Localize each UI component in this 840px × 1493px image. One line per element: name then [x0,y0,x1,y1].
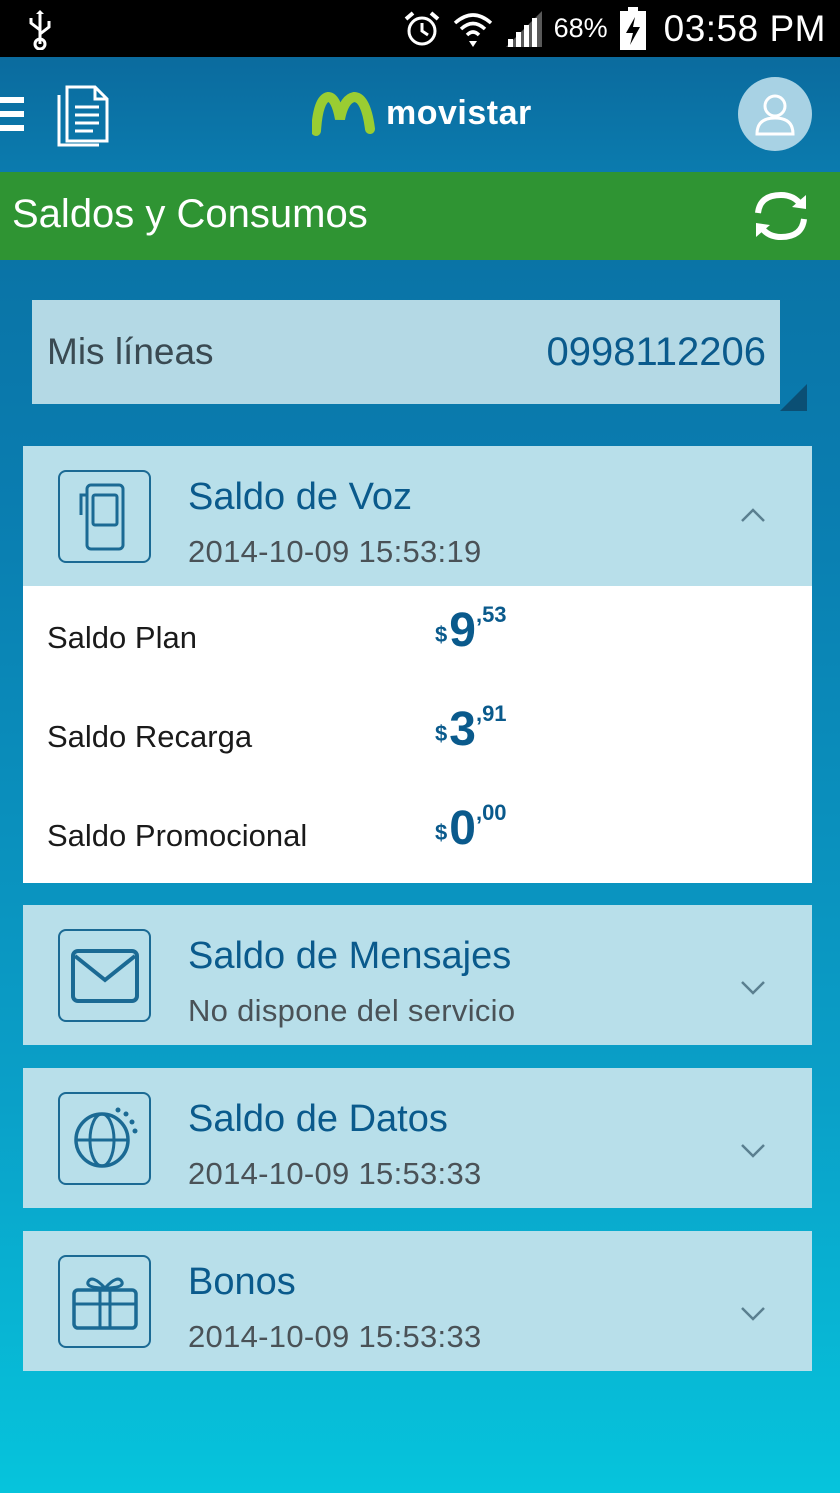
voice-balances: Saldo Plan $9,53 Saldo Recarga $3,91 Sal… [23,586,812,883]
globe-icon [58,1092,151,1185]
balance-label: Saldo Promocional [47,818,308,853]
document-icon[interactable] [55,81,113,147]
status-bar: 68% 03:58 PM [0,0,840,57]
usb-icon [29,10,51,50]
balance-amount: $3,91 [435,701,507,756]
clock: 03:58 PM [663,7,826,49]
card-timestamp: 2014-10-09 15:53:33 [188,1319,482,1354]
card-bonos[interactable]: Bonos 2014-10-09 15:53:33 [23,1231,812,1371]
profile-button[interactable] [738,77,812,151]
balance-row-recarga: Saldo Recarga $3,91 [23,685,812,765]
chevron-down-icon[interactable] [739,977,767,999]
line-selector[interactable]: Mis líneas 0998112206 [32,300,780,404]
refresh-icon[interactable] [750,187,812,245]
app-bar: movistar [0,57,840,172]
card-header-mensajes[interactable]: Saldo de Mensajes No dispone del servici… [23,905,812,1045]
dropdown-corner-indicator [780,384,807,411]
line-selector-label: Mis líneas [47,331,214,372]
balance-label: Saldo Plan [47,620,197,655]
signal-icon [505,10,542,47]
card-title: Saldo de Voz [188,476,412,518]
card-saldo-voz: Saldo de Voz 2014-10-09 15:53:19 Saldo P… [23,446,812,883]
movistar-m-icon [312,91,375,136]
brand-name: movistar [386,93,532,132]
card-header-voz[interactable]: Saldo de Voz 2014-10-09 15:53:19 [23,446,812,586]
chevron-down-icon[interactable] [739,1140,767,1162]
user-icon [755,94,795,136]
section-title: Saldos y Consumos [12,192,368,236]
alarm-icon [404,10,439,45]
card-title: Saldo de Datos [188,1098,448,1140]
balance-label: Saldo Recarga [47,719,253,754]
phone-icon [58,470,151,563]
gift-icon [58,1255,151,1348]
card-saldo-datos[interactable]: Saldo de Datos 2014-10-09 15:53:33 [23,1068,812,1208]
battery-charging-icon [619,6,646,50]
menu-icon[interactable] [0,97,24,131]
card-header-datos[interactable]: Saldo de Datos 2014-10-09 15:53:33 [23,1068,812,1208]
card-saldo-mensajes[interactable]: Saldo de Mensajes No dispone del servici… [23,905,812,1045]
movistar-logo: movistar [312,89,532,137]
card-header-bonos[interactable]: Bonos 2014-10-09 15:53:33 [23,1231,812,1371]
chevron-up-icon[interactable] [739,504,767,526]
wifi-icon [453,12,492,47]
card-timestamp: 2014-10-09 15:53:33 [188,1156,482,1191]
envelope-icon [58,929,151,1022]
card-title: Bonos [188,1261,296,1303]
card-title: Saldo de Mensajes [188,935,512,977]
balance-amount: $0,00 [435,800,507,855]
card-status: No dispone del servicio [188,993,516,1028]
balance-row-promocional: Saldo Promocional $0,00 [23,784,812,864]
line-selector-value: 0998112206 [546,329,767,374]
section-header: Saldos y Consumos [0,172,840,260]
battery-percent: 68% [553,13,608,43]
balance-amount: $9,53 [435,602,507,657]
chevron-down-icon[interactable] [739,1303,767,1325]
card-timestamp: 2014-10-09 15:53:19 [188,534,482,569]
balance-row-plan: Saldo Plan $9,53 [23,586,812,666]
